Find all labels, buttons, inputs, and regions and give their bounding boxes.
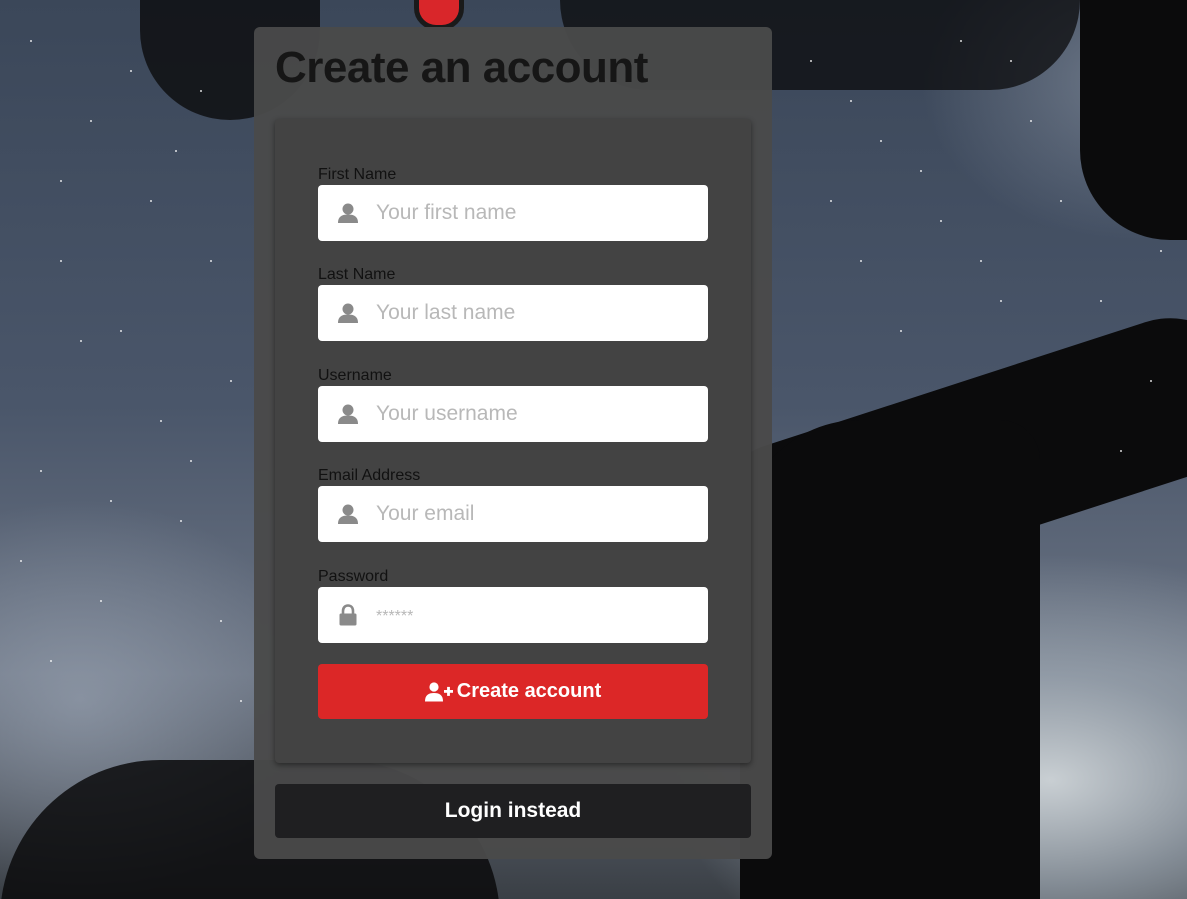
last-name-label: Last Name xyxy=(318,266,396,283)
email-input-wrapper xyxy=(318,486,708,542)
star xyxy=(20,560,22,562)
first-name-input-wrapper xyxy=(318,185,708,241)
star xyxy=(130,70,132,72)
login-instead-button[interactable]: Login instead xyxy=(275,784,751,838)
star xyxy=(980,260,982,262)
email-input[interactable] xyxy=(318,486,708,542)
star xyxy=(850,100,852,102)
star xyxy=(1060,200,1062,202)
password-input-wrapper xyxy=(318,587,708,643)
star xyxy=(80,340,82,342)
username-label: Username xyxy=(318,367,392,384)
last-name-input-wrapper xyxy=(318,285,708,341)
username-field: Username xyxy=(318,366,708,442)
star xyxy=(50,660,52,662)
password-input[interactable] xyxy=(318,587,708,643)
star xyxy=(90,120,92,122)
email-label: Email Address xyxy=(318,467,421,484)
star xyxy=(1000,300,1002,302)
star xyxy=(940,220,942,222)
star xyxy=(100,600,102,602)
star xyxy=(60,180,62,182)
star xyxy=(1160,250,1162,252)
email-field: Email Address xyxy=(318,466,708,542)
signup-panel: Create an account First Name Last Name U… xyxy=(254,27,772,859)
star xyxy=(1030,120,1032,122)
page-title: Create an account xyxy=(275,43,648,92)
star xyxy=(160,420,162,422)
star xyxy=(860,260,862,262)
star xyxy=(1150,380,1152,382)
star xyxy=(40,470,42,472)
star xyxy=(190,460,192,462)
tree-silhouette xyxy=(1080,0,1187,240)
password-label: Password xyxy=(318,568,389,585)
star xyxy=(200,90,202,92)
star xyxy=(210,260,212,262)
tree-silhouette xyxy=(740,420,1040,899)
star xyxy=(220,620,222,622)
first-name-field: First Name xyxy=(318,165,708,241)
create-account-button[interactable]: Create account xyxy=(318,664,708,719)
star xyxy=(1100,300,1102,302)
star xyxy=(1120,450,1122,452)
star xyxy=(810,60,812,62)
star xyxy=(110,500,112,502)
username-input-wrapper xyxy=(318,386,708,442)
star xyxy=(230,380,232,382)
logo-fragment xyxy=(414,0,464,30)
username-input[interactable] xyxy=(318,386,708,442)
first-name-input[interactable] xyxy=(318,185,708,241)
star xyxy=(150,200,152,202)
star xyxy=(30,40,32,42)
star xyxy=(1010,60,1012,62)
first-name-label: First Name xyxy=(318,166,397,183)
user-plus-icon xyxy=(424,681,453,701)
star xyxy=(240,700,242,702)
star xyxy=(830,200,832,202)
last-name-field: Last Name xyxy=(318,265,708,341)
star xyxy=(920,170,922,172)
star xyxy=(900,330,902,332)
star xyxy=(880,140,882,142)
last-name-input[interactable] xyxy=(318,285,708,341)
password-field: Password xyxy=(318,567,708,643)
star xyxy=(60,260,62,262)
create-account-label: Create account xyxy=(456,680,602,702)
star xyxy=(175,150,177,152)
star xyxy=(960,40,962,42)
signup-form-card: First Name Last Name Username Email Addr… xyxy=(275,119,751,763)
star xyxy=(120,330,122,332)
star xyxy=(180,520,182,522)
